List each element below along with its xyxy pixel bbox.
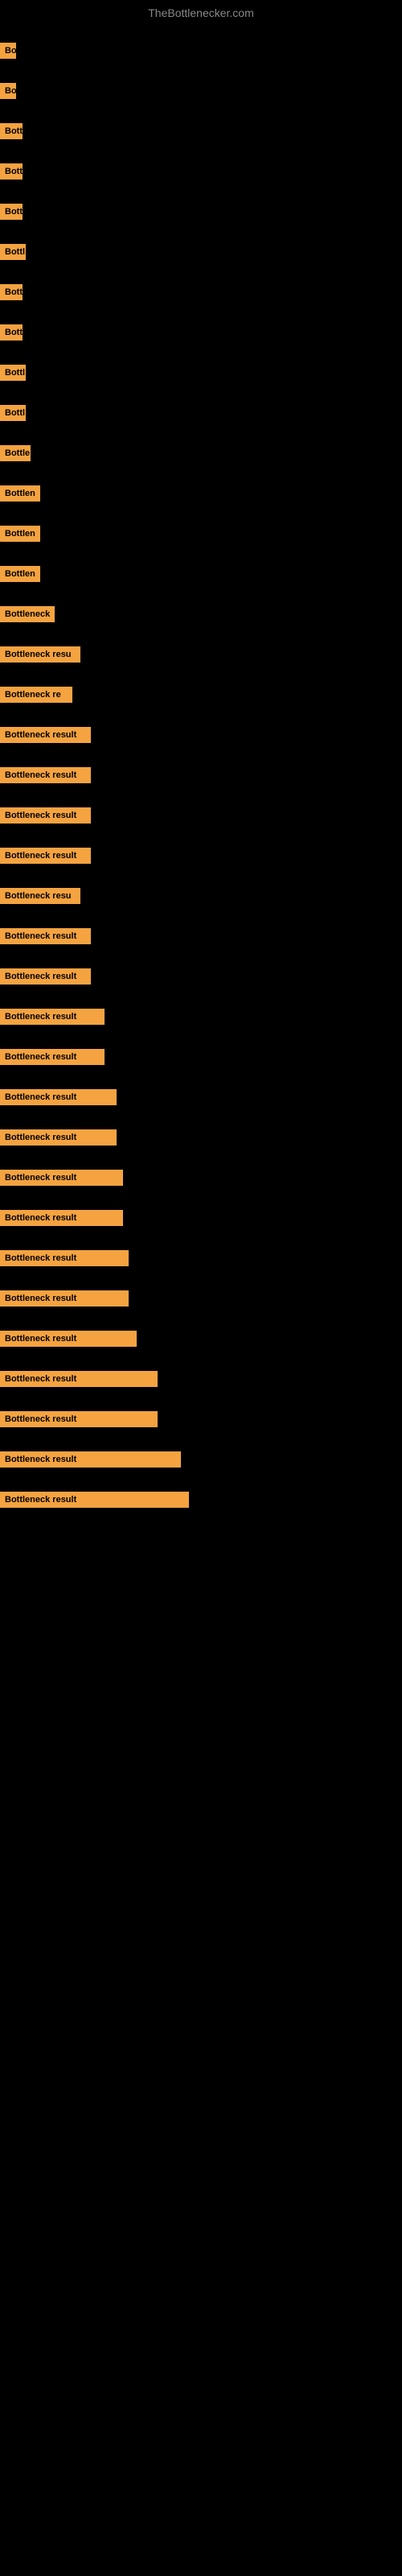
item-label: Bottleneck result (0, 1451, 181, 1468)
item-label: Bottleneck result (0, 1009, 105, 1025)
item-label: Bo (0, 43, 16, 59)
list-item: Bottleneck result (0, 795, 402, 836)
list-item: Bottleneck result (0, 1359, 402, 1399)
list-item: Bottleneck result (0, 1319, 402, 1359)
item-label: Bottleneck result (0, 1331, 137, 1347)
list-item: Bottleneck result (0, 1439, 402, 1480)
item-label: Bottleneck result (0, 1411, 158, 1427)
list-item: Bottleneck result (0, 1399, 402, 1439)
list-item: Bottlen (0, 514, 402, 554)
item-label: Bottleneck result (0, 1129, 117, 1146)
list-item: Bottleneck result (0, 997, 402, 1037)
item-label: Bottleneck result (0, 1170, 123, 1186)
item-label: Bottl (0, 365, 26, 381)
list-item: Bo (0, 71, 402, 111)
list-item: Bottleneck re (0, 675, 402, 715)
list-item: Bottl (0, 232, 402, 272)
item-label: Bottleneck (0, 606, 55, 622)
item-label: Bottleneck result (0, 1492, 189, 1508)
list-item: Bottleneck result (0, 1158, 402, 1198)
item-label: Bott (0, 324, 23, 341)
item-label: Bottleneck resu (0, 646, 80, 663)
item-label: Bott (0, 204, 23, 220)
list-item: Bottl (0, 353, 402, 393)
item-label: Bottl (0, 405, 26, 421)
item-label: Bottlen (0, 485, 40, 502)
list-item: Bottleneck result (0, 956, 402, 997)
list-item: Bottleneck (0, 594, 402, 634)
item-label: Bottleneck result (0, 928, 91, 944)
list-item: Bottle (0, 433, 402, 473)
list-item: Bottleneck result (0, 1278, 402, 1319)
item-label: Bott (0, 123, 23, 139)
item-label: Bott (0, 284, 23, 300)
list-item: Bottlen (0, 554, 402, 594)
items-list: Bo Bo Bott Bott Bott Bottl Bott Bott Bottl Bottl B… (0, 23, 402, 1528)
list-item: Bottl (0, 393, 402, 433)
item-label: Bottleneck result (0, 1250, 129, 1266)
item-label: Bottlen (0, 526, 40, 542)
item-label: Bottleneck result (0, 807, 91, 824)
list-item: Bott (0, 272, 402, 312)
list-item: Bo (0, 31, 402, 71)
list-item: Bottleneck result (0, 916, 402, 956)
item-label: Bottleneck result (0, 1089, 117, 1105)
list-item: Bottleneck result (0, 836, 402, 876)
list-item: Bottleneck result (0, 1077, 402, 1117)
list-item: Bottleneck resu (0, 876, 402, 916)
item-label: Bottleneck result (0, 1371, 158, 1387)
item-label: Bottleneck resu (0, 888, 80, 904)
item-label: Bottleneck result (0, 727, 91, 743)
site-title: TheBottlenecker.com (0, 0, 402, 23)
list-item: Bottleneck result (0, 1198, 402, 1238)
list-item: Bottleneck result (0, 1238, 402, 1278)
item-label: Bott (0, 163, 23, 180)
item-label: Bottl (0, 244, 26, 260)
list-item: Bott (0, 111, 402, 151)
list-item: Bottleneck result (0, 715, 402, 755)
item-label: Bottleneck result (0, 1290, 129, 1307)
item-label: Bottleneck result (0, 767, 91, 783)
item-label: Bottleneck result (0, 968, 91, 985)
list-item: Bottleneck result (0, 755, 402, 795)
list-item: Bott (0, 312, 402, 353)
item-label: Bottlen (0, 566, 40, 582)
list-item: Bottleneck result (0, 1037, 402, 1077)
list-item: Bottlen (0, 473, 402, 514)
list-item: Bott (0, 151, 402, 192)
item-label: Bo (0, 83, 16, 99)
list-item: Bottleneck resu (0, 634, 402, 675)
item-label: Bottleneck result (0, 1049, 105, 1065)
item-label: Bottleneck re (0, 687, 72, 703)
item-label: Bottleneck result (0, 848, 91, 864)
list-item: Bottleneck result (0, 1480, 402, 1520)
item-label: Bottleneck result (0, 1210, 123, 1226)
list-item: Bottleneck result (0, 1117, 402, 1158)
list-item: Bott (0, 192, 402, 232)
item-label: Bottle (0, 445, 31, 461)
